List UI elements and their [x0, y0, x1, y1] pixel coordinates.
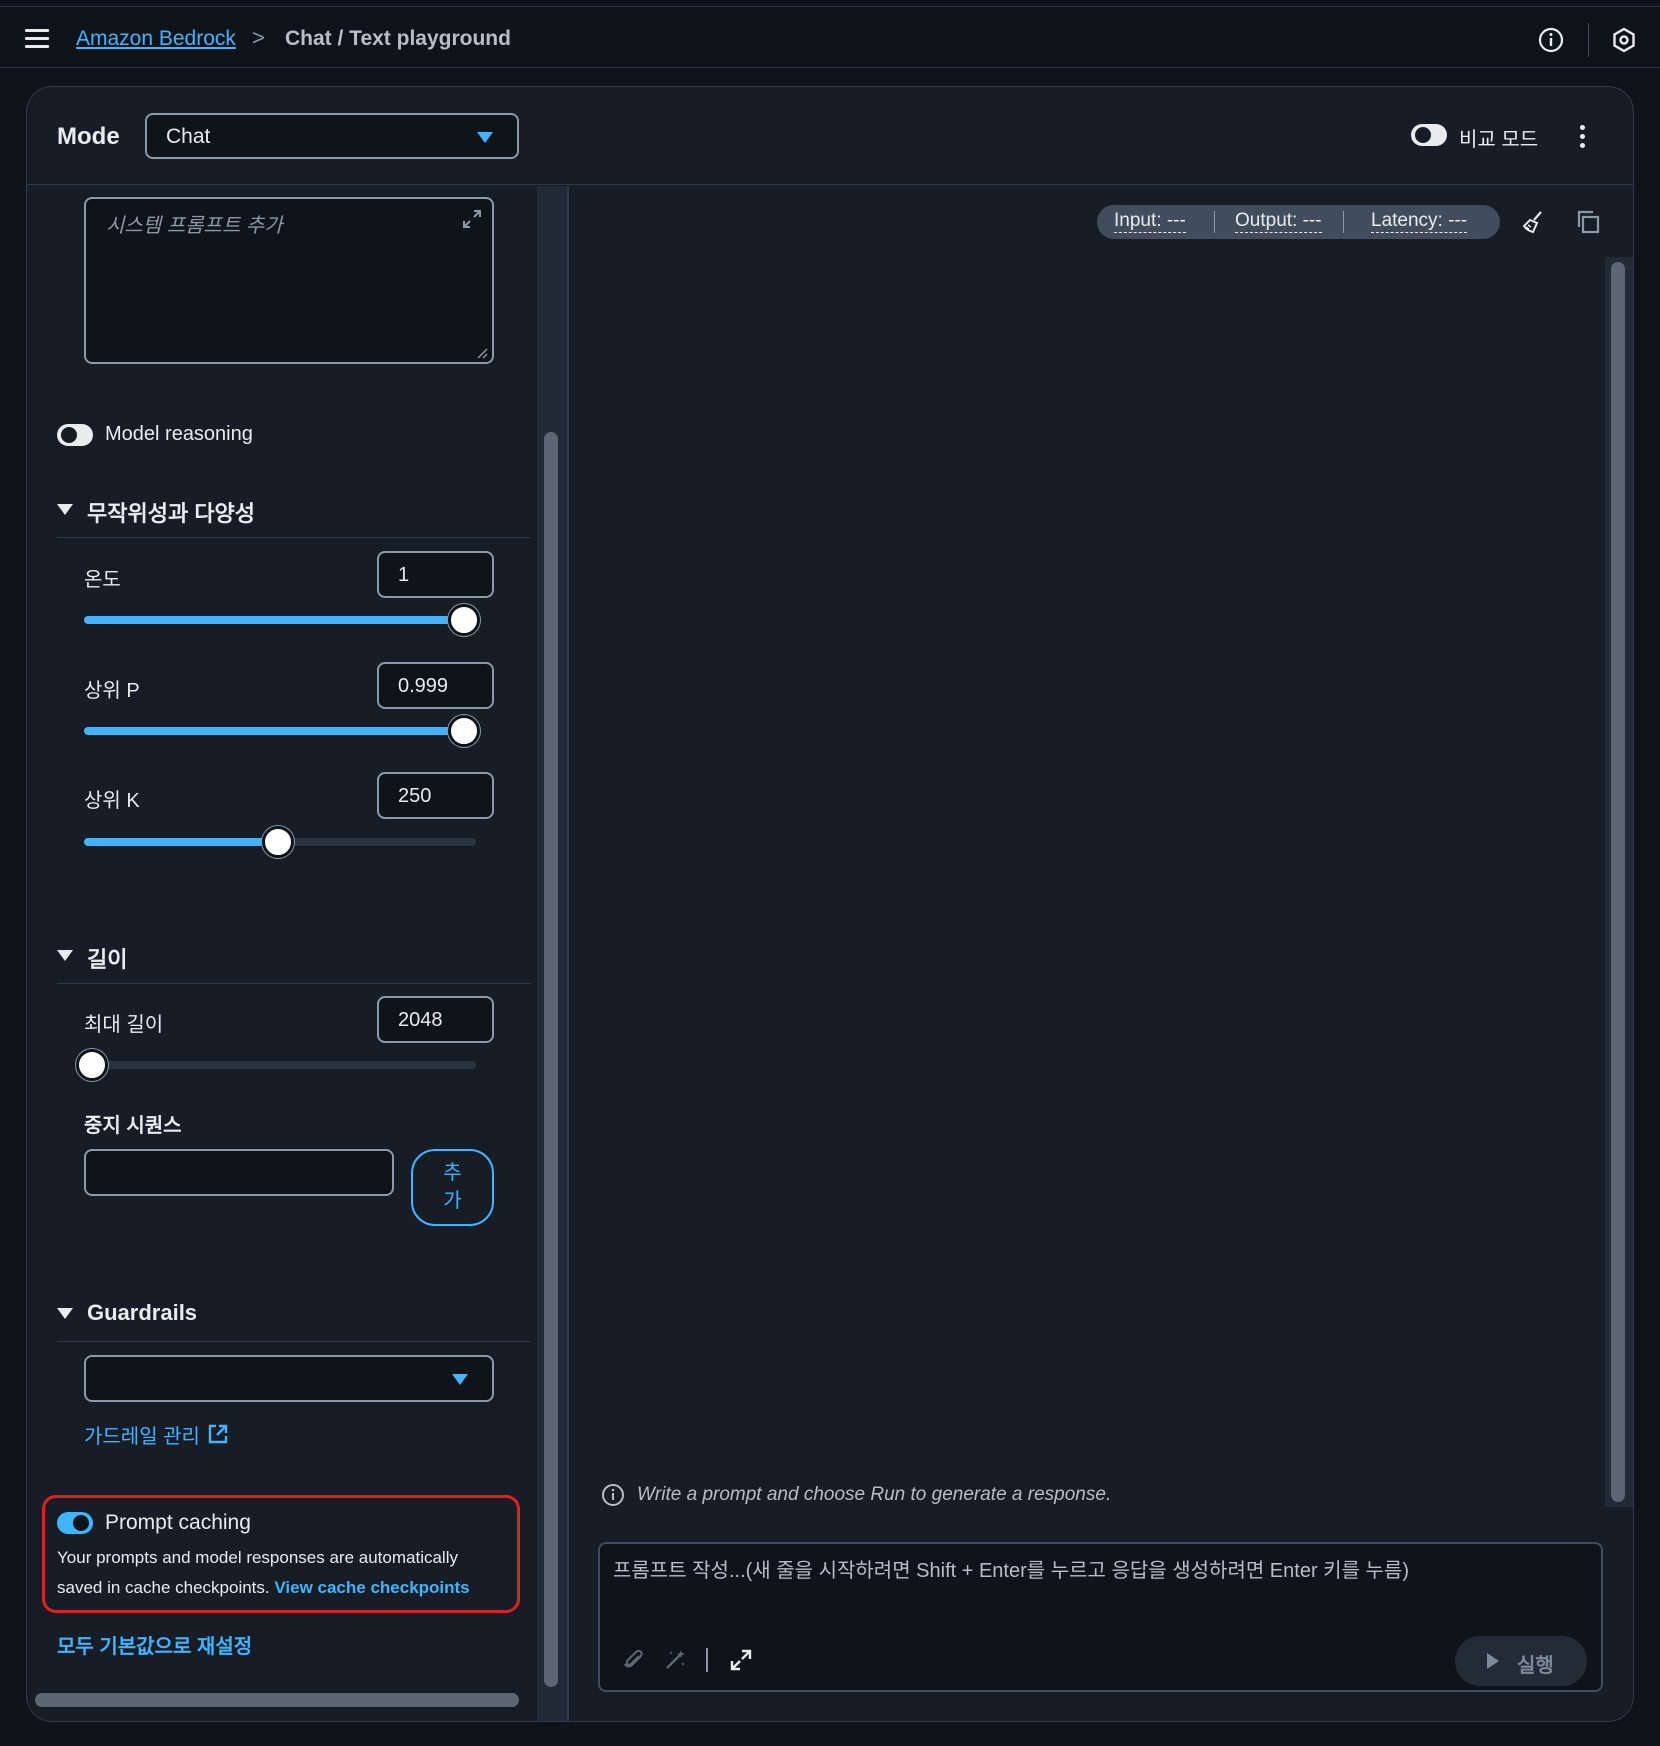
- mode-select[interactable]: Chat: [145, 113, 519, 159]
- manage-guardrails-link[interactable]: 가드레일 관리: [84, 1420, 200, 1449]
- max-length-label: 최대 길이: [84, 1014, 164, 1036]
- run-button[interactable]: 실행: [1455, 1636, 1587, 1686]
- run-hint-text: Write a prompt and choose Run to generat…: [637, 1484, 1112, 1505]
- compare-mode-toggle[interactable]: [1411, 124, 1447, 146]
- chat-scrollbar-thumb[interactable]: [1611, 262, 1625, 1502]
- temperature-input[interactable]: 1: [377, 551, 494, 598]
- copy-icon[interactable]: [1575, 209, 1601, 235]
- temperature-slider-fill: [84, 616, 464, 624]
- run-button-label: 실행: [1517, 1655, 1554, 1677]
- max-length-slider-thumb[interactable]: [76, 1049, 108, 1081]
- prompt-caching-toggle[interactable]: [57, 1512, 93, 1534]
- top-p-slider-fill: [84, 727, 464, 735]
- menu-icon[interactable]: [25, 29, 49, 48]
- top-p-slider[interactable]: [84, 715, 480, 747]
- max-length-input[interactable]: 2048: [377, 996, 494, 1043]
- left-panel-horizontal-scrollbar[interactable]: [35, 1693, 519, 1707]
- expand-icon[interactable]: [729, 1648, 753, 1672]
- top-p-value: 0.999: [398, 675, 449, 697]
- attachment-icon[interactable]: [622, 1648, 646, 1672]
- guardrails-section-title[interactable]: Guardrails: [87, 1300, 197, 1326]
- left-panel-scrollbar-thumb[interactable]: [544, 432, 558, 1687]
- metrics-badge: Input: --- Output: --- Latency: ---: [1097, 205, 1500, 239]
- system-prompt-placeholder: 시스템 프롬프트 추가: [106, 215, 283, 237]
- guardrails-select[interactable]: [84, 1355, 494, 1402]
- temperature-slider[interactable]: [84, 604, 480, 636]
- prompt-placeholder: 프롬프트 작성...(새 줄을 시작하려면 Shift + Enter를 누르고…: [613, 1560, 1409, 1582]
- top-k-slider[interactable]: [84, 826, 476, 858]
- top-p-label: 상위 P: [84, 680, 140, 702]
- temperature-slider-thumb[interactable]: [448, 604, 480, 636]
- reset-to-defaults-link[interactable]: 모두 기본값으로 재설정: [57, 1630, 252, 1659]
- resize-handle-icon[interactable]: [476, 347, 488, 359]
- mode-label: Mode: [57, 123, 120, 150]
- top-bar-divider: [1588, 23, 1589, 57]
- add-stop-sequence-button[interactable]: 추가: [411, 1149, 494, 1226]
- section-divider: [57, 1341, 531, 1342]
- top-p-input[interactable]: 0.999: [377, 662, 494, 709]
- breadcrumb-current-page: Chat / Text playground: [285, 27, 511, 50]
- chevron-down-icon: [477, 132, 493, 143]
- view-cache-checkpoints-link[interactable]: View cache checkpoints: [274, 1578, 469, 1597]
- settings-icon[interactable]: [1611, 27, 1637, 53]
- metric-separator: [1214, 211, 1215, 233]
- playground-card: Mode Chat 비교 모드 시스템 프롬프트 추가 Model reason…: [26, 86, 1634, 1722]
- prompt-caching-title: Prompt caching: [105, 1511, 251, 1534]
- temperature-value: 1: [398, 564, 410, 586]
- model-reasoning-label: Model reasoning: [105, 423, 253, 445]
- stop-sequences-input[interactable]: [84, 1149, 394, 1196]
- breadcrumb-separator: >: [252, 25, 265, 50]
- add-button-label: 추가: [443, 1162, 462, 1212]
- external-link-icon[interactable]: [207, 1423, 229, 1445]
- mode-select-value: Chat: [166, 125, 211, 148]
- top-k-slider-thumb[interactable]: [262, 826, 294, 858]
- input-tokens-metric[interactable]: Input: ---: [1114, 210, 1186, 233]
- collapse-caret-icon[interactable]: [57, 504, 73, 515]
- info-icon[interactable]: [1538, 27, 1564, 53]
- top-k-input[interactable]: 250: [377, 772, 494, 819]
- section-divider: [57, 983, 531, 984]
- model-reasoning-toggle[interactable]: [57, 424, 93, 446]
- breadcrumb-amazon-bedrock-link[interactable]: Amazon Bedrock: [76, 27, 236, 51]
- prompt-caching-description: Your prompts and model responses are aut…: [57, 1543, 507, 1603]
- chevron-down-icon: [452, 1374, 468, 1385]
- max-length-slider[interactable]: [76, 1049, 476, 1081]
- prompt-input[interactable]: 프롬프트 작성...(새 줄을 시작하려면 Shift + Enter를 누르고…: [598, 1542, 1603, 1692]
- top-k-slider-fill: [84, 838, 278, 846]
- more-options-icon[interactable]: [1580, 125, 1586, 149]
- play-icon: [1487, 1653, 1499, 1669]
- collapse-caret-icon[interactable]: [57, 950, 73, 961]
- output-tokens-metric[interactable]: Output: ---: [1235, 210, 1322, 233]
- system-prompt-textarea[interactable]: 시스템 프롬프트 추가: [84, 197, 494, 364]
- top-k-label: 상위 K: [84, 790, 140, 812]
- mode-header: Mode Chat 비교 모드: [27, 87, 1633, 185]
- top-p-slider-thumb[interactable]: [448, 715, 480, 747]
- length-section-title[interactable]: 길이: [87, 942, 127, 974]
- info-icon: [602, 1484, 624, 1506]
- compare-mode-label: 비교 모드: [1459, 129, 1539, 151]
- top-navigation-bar: Amazon Bedrock > Chat / Text playground: [0, 6, 1660, 68]
- randomness-section-title[interactable]: 무작위성과 다양성: [87, 496, 255, 528]
- panel-divider[interactable]: [567, 186, 569, 1721]
- toolbar-separator: [706, 1648, 708, 1672]
- expand-icon[interactable]: [461, 208, 483, 230]
- collapse-caret-icon[interactable]: [57, 1308, 73, 1319]
- max-length-value: 2048: [398, 1009, 443, 1031]
- metric-separator: [1343, 211, 1344, 233]
- stop-sequences-label: 중지 시퀀스: [84, 1115, 182, 1137]
- section-divider: [57, 537, 531, 538]
- latency-metric[interactable]: Latency: ---: [1371, 210, 1468, 233]
- temperature-label: 온도: [84, 569, 121, 591]
- magic-wand-icon[interactable]: [663, 1648, 687, 1672]
- clear-broom-icon[interactable]: [1521, 209, 1547, 235]
- top-k-value: 250: [398, 785, 432, 807]
